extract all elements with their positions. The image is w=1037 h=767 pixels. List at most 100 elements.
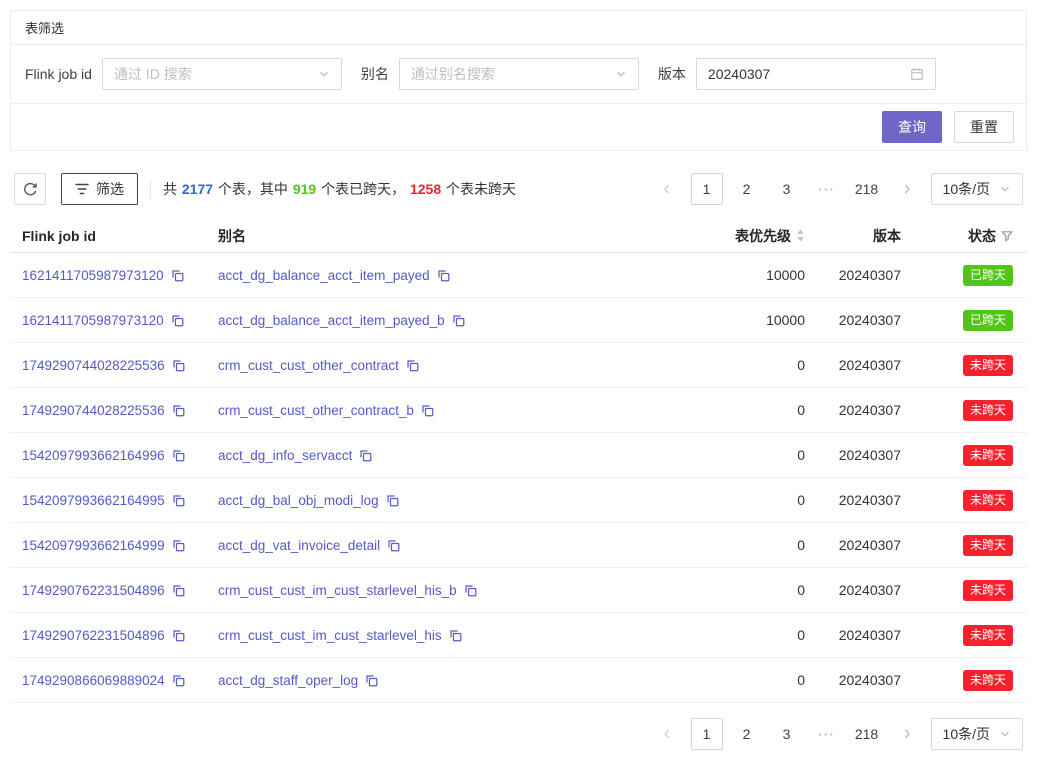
flink-job-id-link[interactable]: 1542097993662164999 [22, 538, 165, 553]
flink-job-id-link[interactable]: 1749290866069889024 [22, 673, 165, 688]
page-button-2[interactable]: 2 [731, 173, 763, 205]
reset-button[interactable]: 重置 [954, 111, 1014, 143]
flink-job-id-link[interactable]: 1749290762231504896 [22, 583, 165, 598]
filter-panel: 表筛选 Flink job id 通过 ID 搜索 别名 通过别名搜索 版本 [10, 10, 1027, 151]
table-row: 1749290744028225536 crm_cust_cust_other_… [10, 388, 1027, 433]
page-button-last[interactable]: 218 [851, 718, 883, 750]
copy-icon[interactable] [172, 449, 185, 462]
next-page-button[interactable] [891, 173, 923, 205]
copy-icon[interactable] [171, 269, 184, 282]
cell-priority: 0 [605, 627, 805, 643]
copy-icon[interactable] [387, 539, 400, 552]
page-ellipsis[interactable]: ··· [811, 718, 843, 750]
copy-icon[interactable] [386, 494, 399, 507]
alias-link[interactable]: acct_dg_balance_acct_item_payed_b [218, 313, 445, 328]
cell-priority: 0 [605, 447, 805, 463]
flink-job-id-link[interactable]: 1749290744028225536 [22, 358, 165, 373]
chevron-down-icon [615, 68, 627, 80]
page-size-select[interactable]: 10条/页 [931, 173, 1023, 205]
copy-icon[interactable] [172, 674, 185, 687]
alias-link[interactable]: crm_cust_cust_im_cust_starlevel_his [218, 628, 442, 643]
copy-icon[interactable] [421, 404, 434, 417]
summary-mid2: 个表已跨天， [317, 181, 409, 197]
page-button-3[interactable]: 3 [771, 718, 803, 750]
copy-icon[interactable] [172, 494, 185, 507]
flink-job-id-link[interactable]: 1749290762231504896 [22, 628, 165, 643]
sort-icon[interactable] [796, 229, 805, 242]
copy-icon[interactable] [172, 539, 185, 552]
copy-icon[interactable] [452, 314, 465, 327]
flink-job-id-link[interactable]: 1749290744028225536 [22, 403, 165, 418]
summary-text: 共 2177 个表，其中 919 个表已跨天， 1258 个表未跨天 [163, 179, 516, 199]
column-header-priority[interactable]: 表优先级 [605, 226, 805, 246]
query-button[interactable]: 查询 [882, 111, 942, 143]
version-value: 20240307 [839, 447, 901, 463]
chevron-down-icon [999, 728, 1011, 740]
flink-job-id-link[interactable]: 1621411705987973120 [22, 313, 164, 328]
column-filter-icon[interactable] [1001, 230, 1013, 242]
copy-icon[interactable] [172, 584, 185, 597]
table-row: 1542097993662164996 acct_dg_info_servacc… [10, 433, 1027, 478]
page-button-2[interactable]: 2 [731, 718, 763, 750]
copy-icon[interactable] [172, 359, 185, 372]
priority-value: 0 [797, 492, 805, 508]
alias-link[interactable]: acct_dg_bal_obj_modi_log [218, 493, 379, 508]
copy-icon[interactable] [464, 584, 477, 597]
cell-flink-job-id: 1621411705987973120 [22, 313, 218, 328]
page-button-last[interactable]: 218 [851, 173, 883, 205]
alias-link[interactable]: acct_dg_vat_invoice_detail [218, 538, 380, 553]
page-ellipsis[interactable]: ··· [811, 173, 843, 205]
version-value: 20240307 [839, 627, 901, 643]
alias-link[interactable]: acct_dg_balance_acct_item_payed [218, 268, 430, 283]
status-badge: 已跨天 [963, 310, 1013, 331]
prev-page-button[interactable] [651, 718, 683, 750]
alias-link[interactable]: acct_dg_staff_oper_log [218, 673, 358, 688]
status-badge: 未跨天 [963, 580, 1013, 601]
alias-link[interactable]: crm_cust_cust_other_contract_b [218, 403, 414, 418]
next-page-button[interactable] [891, 718, 923, 750]
alias-select[interactable]: 通过别名搜索 [399, 58, 639, 90]
flink-job-id-link[interactable]: 1542097993662164996 [22, 448, 165, 463]
copy-icon[interactable] [171, 314, 184, 327]
cell-flink-job-id: 1749290762231504896 [22, 583, 218, 598]
column-header-status[interactable]: 状态 [901, 226, 1013, 246]
flink-job-id-label: Flink job id [25, 66, 92, 82]
cell-status: 已跨天 [901, 265, 1013, 286]
alias-link[interactable]: crm_cust_cust_other_contract [218, 358, 399, 373]
flink-job-id-link[interactable]: 1542097993662164995 [22, 493, 165, 508]
alias-link[interactable]: acct_dg_info_servacct [218, 448, 352, 463]
cell-version: 20240307 [805, 312, 901, 328]
cell-status: 未跨天 [901, 445, 1013, 466]
flink-job-id-placeholder: 通过 ID 搜索 [114, 64, 318, 84]
cell-priority: 0 [605, 402, 805, 418]
copy-icon[interactable] [172, 629, 185, 642]
chevron-left-icon [661, 183, 673, 195]
copy-icon[interactable] [172, 404, 185, 417]
cell-version: 20240307 [805, 357, 901, 373]
prev-page-button[interactable] [651, 173, 683, 205]
page-button-1[interactable]: 1 [691, 718, 723, 750]
version-date-input[interactable]: 20240307 [696, 58, 936, 90]
alias-link[interactable]: crm_cust_cust_im_cust_starlevel_his_b [218, 583, 457, 598]
copy-icon[interactable] [359, 449, 372, 462]
cell-status: 未跨天 [901, 625, 1013, 646]
flink-job-id-link[interactable]: 1621411705987973120 [22, 268, 164, 283]
version-value: 20240307 [839, 672, 901, 688]
copy-icon[interactable] [406, 359, 419, 372]
copy-icon[interactable] [365, 674, 378, 687]
copy-icon[interactable] [449, 629, 462, 642]
page-button-1[interactable]: 1 [691, 173, 723, 205]
copy-icon[interactable] [437, 269, 450, 282]
filter-toggle-button[interactable]: 筛选 [61, 173, 138, 205]
column-header-label: 版本 [873, 226, 901, 246]
status-badge: 已跨天 [963, 265, 1013, 286]
flink-job-id-select[interactable]: 通过 ID 搜索 [102, 58, 342, 90]
page-size-select[interactable]: 10条/页 [931, 718, 1023, 750]
table-row: 1749290866069889024 acct_dg_staff_oper_l… [10, 658, 1027, 703]
refresh-button[interactable] [14, 173, 46, 205]
toolbar-divider [150, 179, 151, 199]
priority-value: 10000 [766, 267, 805, 283]
page-button-3[interactable]: 3 [771, 173, 803, 205]
toolbar: 筛选 共 2177 个表，其中 919 个表已跨天， 1258 个表未跨天 1 … [10, 173, 1027, 205]
cell-status: 已跨天 [901, 310, 1013, 331]
